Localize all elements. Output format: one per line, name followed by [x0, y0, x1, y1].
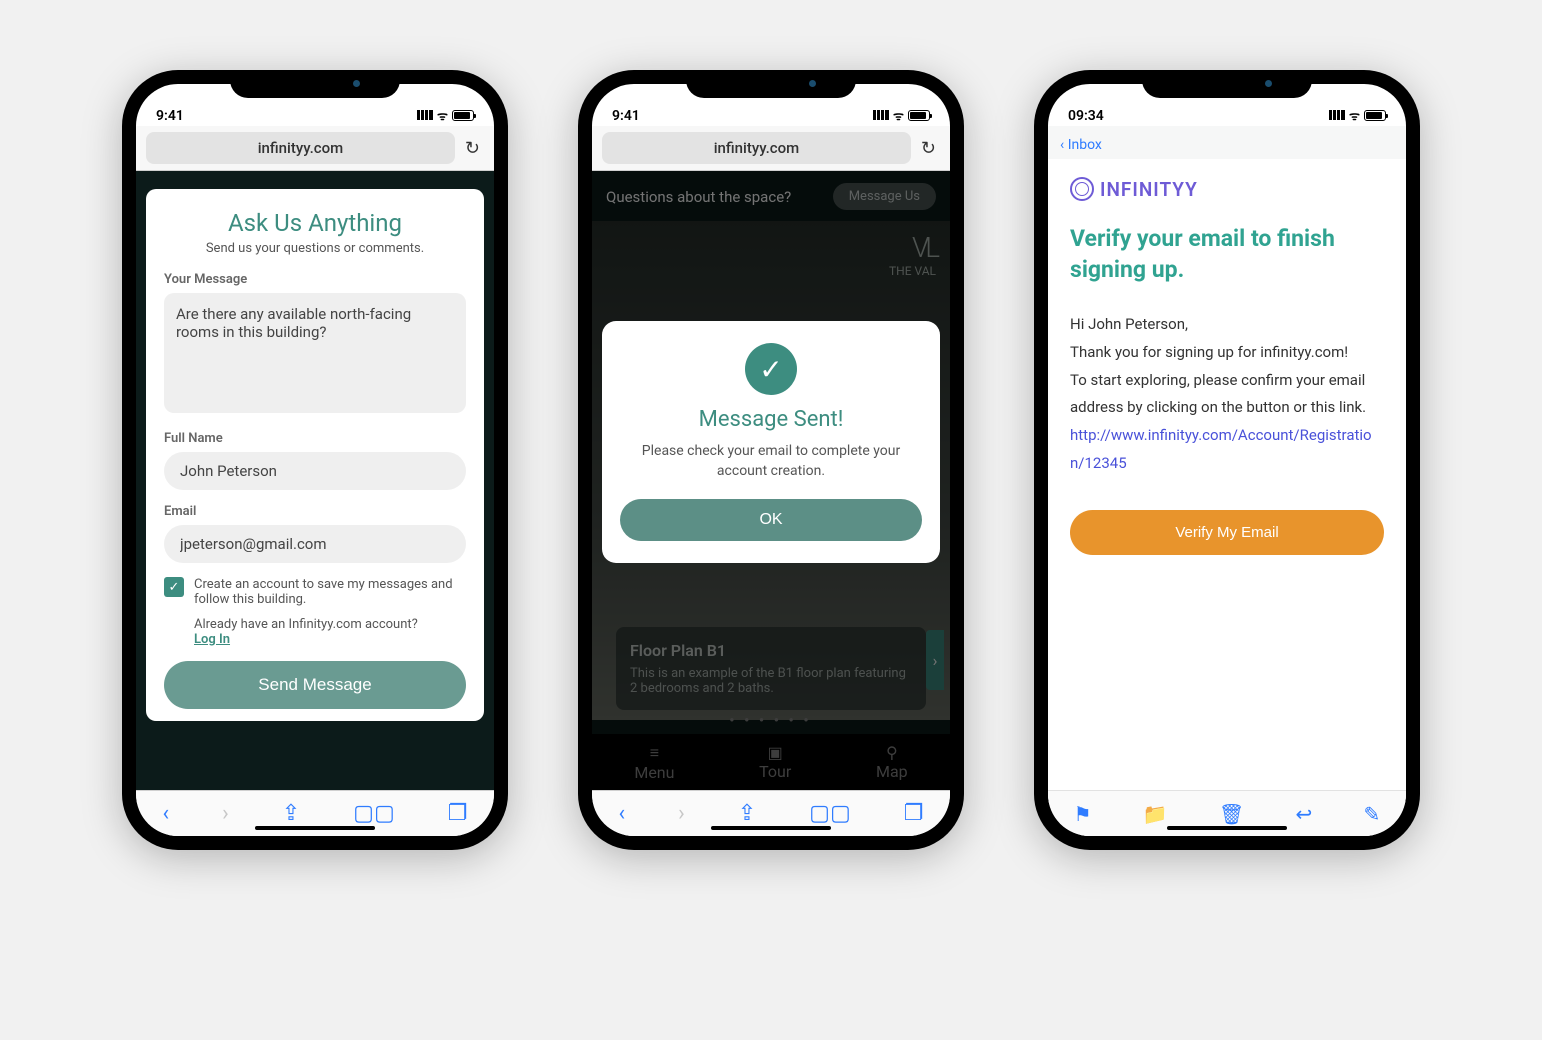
back-icon[interactable]: ‹: [619, 801, 626, 826]
browser-url-bar: infinityy.com ↻: [592, 126, 950, 171]
phone-frame-1: 9:41 ᯤ infinityy.com ↻ Ask Us Anything S…: [122, 70, 508, 850]
send-message-button[interactable]: Send Message: [164, 661, 466, 709]
logo-text: INFINITYY: [1100, 178, 1198, 201]
checkbox-checked-icon[interactable]: ✓: [164, 577, 184, 597]
status-icons: ᯤ: [873, 107, 930, 124]
notch: [1142, 70, 1312, 98]
status-icons: ᯤ: [417, 107, 474, 124]
ok-button[interactable]: OK: [620, 499, 922, 541]
bookmarks-icon[interactable]: ▢▢: [809, 801, 851, 826]
battery-icon: [1364, 110, 1386, 121]
screen-1: 9:41 ᯤ infinityy.com ↻ Ask Us Anything S…: [136, 84, 494, 836]
url-field[interactable]: infinityy.com: [146, 132, 455, 164]
login-link[interactable]: Log In: [194, 632, 230, 647]
screen-3: 09:34 ᯤ ‹ Inbox INFINITYY Verify your em…: [1048, 84, 1406, 836]
compose-icon[interactable]: ✎: [1364, 802, 1381, 826]
reply-icon[interactable]: ↩: [1296, 802, 1313, 826]
verification-link[interactable]: http://www.infinityy.com/Account/Registr…: [1070, 426, 1372, 472]
flag-icon[interactable]: ⚑: [1074, 802, 1092, 826]
status-time: 9:41: [612, 108, 640, 124]
modal-title: Message Sent!: [620, 407, 922, 432]
browser-url-bar: infinityy.com ↻: [136, 126, 494, 171]
login-prompt: Already have an Infinityy.com account?: [194, 617, 418, 632]
wifi-icon: ᯤ: [1349, 107, 1360, 124]
home-indicator[interactable]: [255, 826, 375, 830]
tabs-icon[interactable]: ❐: [904, 801, 924, 826]
share-icon[interactable]: ⇪: [738, 801, 756, 826]
forward-icon: ›: [222, 801, 229, 826]
signal-icon: [1329, 108, 1345, 124]
status-time: 9:41: [156, 108, 184, 124]
folder-icon[interactable]: 📁: [1143, 802, 1168, 826]
message-textarea[interactable]: Are there any available north-facing roo…: [164, 293, 466, 413]
email-input[interactable]: [164, 525, 466, 563]
home-indicator[interactable]: [1167, 826, 1287, 830]
card-title: Ask Us Anything: [164, 209, 466, 237]
status-time: 09:34: [1068, 108, 1104, 124]
mail-body: ‹ Inbox INFINITYY Verify your email to f…: [1048, 126, 1406, 836]
check-circle-icon: ✓: [745, 343, 797, 395]
mail-heading: Verify your email to finish signing up.: [1070, 223, 1384, 285]
notch: [230, 70, 400, 98]
verify-email-button[interactable]: Verify My Email: [1070, 510, 1384, 555]
signal-icon: [417, 108, 433, 124]
wifi-icon: ᯤ: [893, 107, 904, 124]
card-subtitle: Send us your questions or comments.: [164, 241, 466, 256]
name-input[interactable]: [164, 452, 466, 490]
back-icon[interactable]: ‹: [163, 801, 170, 826]
notch: [686, 70, 856, 98]
tabs-icon[interactable]: ❐: [448, 801, 468, 826]
reload-icon[interactable]: ↻: [461, 138, 484, 159]
message-sent-modal: ✓ Message Sent! Please check your email …: [602, 321, 940, 563]
reload-icon[interactable]: ↻: [917, 138, 940, 159]
page-body: Questions about the space? Message Us VL…: [592, 171, 950, 790]
trash-icon[interactable]: 🗑: [1219, 802, 1244, 826]
phone-frame-2: 9:41 ᯤ infinityy.com ↻ Questions about t…: [578, 70, 964, 850]
create-account-row[interactable]: ✓ Create an account to save my messages …: [164, 577, 466, 607]
infinityy-logo: INFINITYY: [1070, 177, 1384, 201]
email-label: Email: [164, 504, 466, 519]
screen-2: 9:41 ᯤ infinityy.com ↻ Questions about t…: [592, 84, 950, 836]
bookmarks-icon[interactable]: ▢▢: [353, 801, 395, 826]
ask-card: Ask Us Anything Send us your questions o…: [146, 189, 484, 721]
mail-line1: Thank you for signing up for infinityy.c…: [1070, 339, 1384, 367]
page-body: Ask Us Anything Send us your questions o…: [136, 171, 494, 790]
share-icon[interactable]: ⇪: [282, 801, 300, 826]
login-prompt-row: Already have an Infinityy.com account? L…: [164, 617, 466, 647]
wifi-icon: ᯤ: [437, 107, 448, 124]
mail-nav: ‹ Inbox: [1048, 126, 1406, 159]
modal-body: Please check your email to complete your…: [620, 442, 922, 481]
mail-greeting: Hi John Peterson,: [1070, 311, 1384, 339]
logo-mark-icon: [1070, 177, 1094, 201]
phone-frame-3: 09:34 ᯤ ‹ Inbox INFINITYY Verify your em…: [1034, 70, 1420, 850]
back-to-inbox[interactable]: ‹ Inbox: [1060, 137, 1102, 153]
home-indicator[interactable]: [711, 826, 831, 830]
name-label: Full Name: [164, 431, 466, 446]
url-field[interactable]: infinityy.com: [602, 132, 911, 164]
forward-icon: ›: [678, 801, 685, 826]
signal-icon: [873, 108, 889, 124]
mail-content: INFINITYY Verify your email to finish si…: [1048, 159, 1406, 790]
mail-text: Hi John Peterson, Thank you for signing …: [1070, 311, 1384, 478]
mail-line2: To start exploring, please confirm your …: [1070, 367, 1384, 423]
battery-icon: [908, 110, 930, 121]
battery-icon: [452, 110, 474, 121]
message-label: Your Message: [164, 272, 466, 287]
checkbox-label: Create an account to save my messages an…: [194, 577, 466, 607]
status-icons: ᯤ: [1329, 107, 1386, 124]
